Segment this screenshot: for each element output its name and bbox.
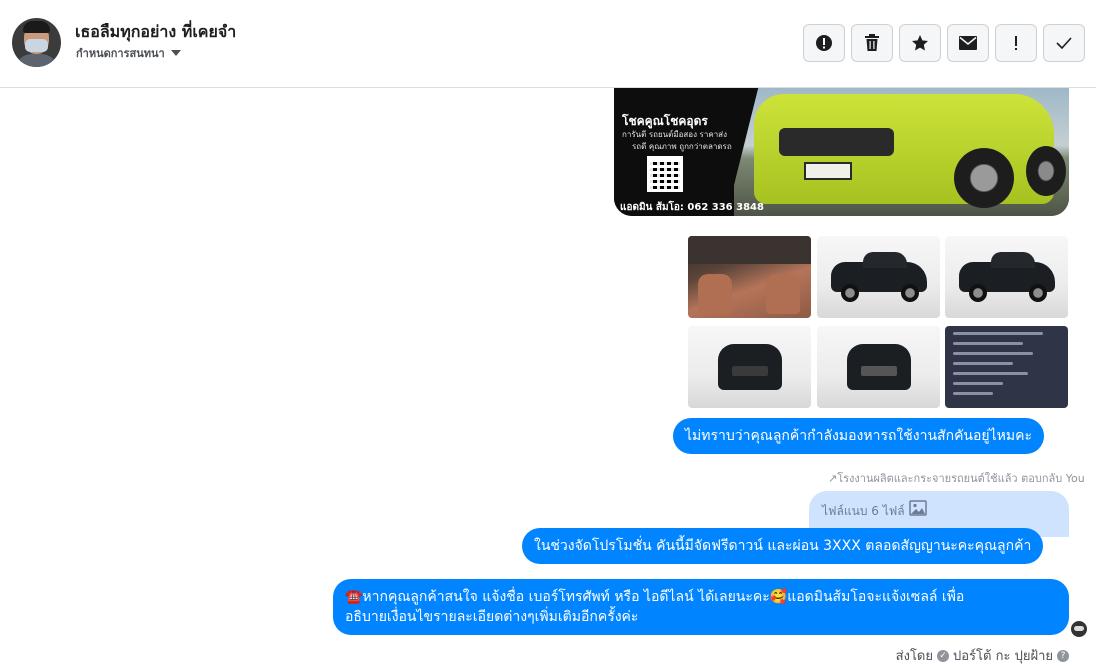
photo-rear[interactable] [688, 326, 811, 408]
follow-up-button[interactable] [995, 24, 1037, 62]
message-bubble[interactable]: ในช่วงจัดโปรโมชั่น คันนี้มีจัดฟรีดาวน์ แ… [522, 528, 1044, 564]
seen-avatar [1071, 621, 1087, 637]
mail-icon [959, 36, 977, 50]
photo-side-right[interactable] [945, 236, 1068, 318]
banner-line-2: รถดี คุณภาพ ถูกกว่าตลาดรถ [632, 142, 732, 151]
exclamation-icon [1015, 36, 1017, 50]
conversation-title[interactable]: เธอลืมทุกอย่าง ที่เคยจำ [75, 20, 236, 45]
mark-done-button[interactable] [1043, 24, 1085, 62]
banner-phone: แอดมิน ส้มโอ: 062 336 3848 [620, 202, 764, 213]
star-icon [912, 35, 928, 51]
message-bubble[interactable]: ไม่ทราบว่าคุณลูกค้ากำลังมองหารถใช้งานสัก… [673, 418, 1044, 454]
reply-label: ↗โรงงานผลิตและกระจายรถยนต์ใช้แล้ว ตอบกลั… [828, 472, 1085, 485]
message-line-1: ☎️หากคุณลูกค้าสนใจ แจ้งชื่อ เบอร์โทรศัพท… [345, 589, 965, 605]
message-bubble[interactable]: ☎️หากคุณลูกค้าสนใจ แจ้งชื่อ เบอร์โทรศัพท… [333, 579, 1069, 635]
caret-down-icon [170, 50, 181, 56]
photo-side-left[interactable] [817, 236, 940, 318]
check-icon [1056, 37, 1072, 49]
alert-circle-icon [816, 35, 832, 51]
sender-name[interactable]: ปอร์โต้ กะ ปุยฝ้าย [953, 645, 1053, 666]
check-circle-icon: ✓ [937, 649, 949, 662]
photo-front[interactable] [817, 326, 940, 408]
delete-button[interactable] [851, 24, 893, 62]
photo-interior[interactable] [688, 236, 811, 318]
banner-image[interactable]: โชคคูณโชคอุดร การันตี รถยนต์มือสอง ราคาส… [614, 88, 1069, 216]
sent-by-text: ส่งโดย [895, 649, 933, 664]
photo-spec-sheet[interactable] [945, 326, 1068, 408]
star-button[interactable] [899, 24, 941, 62]
attachment-count: ไฟล์แนบ 6 ไฟล์ [822, 504, 905, 518]
conversation-settings-dropdown[interactable]: กำหนดการสนทนา [76, 44, 181, 62]
image-icon [909, 500, 927, 516]
avatar[interactable] [12, 18, 61, 67]
help-icon[interactable]: ? [1057, 649, 1069, 662]
trash-icon [865, 34, 879, 51]
photo-grid [688, 236, 1069, 408]
mark-spam-button[interactable] [803, 24, 845, 62]
qr-code [647, 156, 683, 192]
conversation-settings-label: กำหนดการสนทนา [76, 47, 165, 60]
message-line-2: อธิบายเงื่อนไขรายละเอียดต่างๆเพิ่มเติมอี… [345, 609, 639, 625]
sent-by-label: ส่งโดย ✓ ปอร์โต้ กะ ปุยฝ้าย ? [896, 645, 1069, 666]
mark-unread-button[interactable] [947, 24, 989, 62]
conversation-header: เธอลืมทุกอย่าง ที่เคยจำ กำหนดการสนทนา [0, 0, 1096, 88]
